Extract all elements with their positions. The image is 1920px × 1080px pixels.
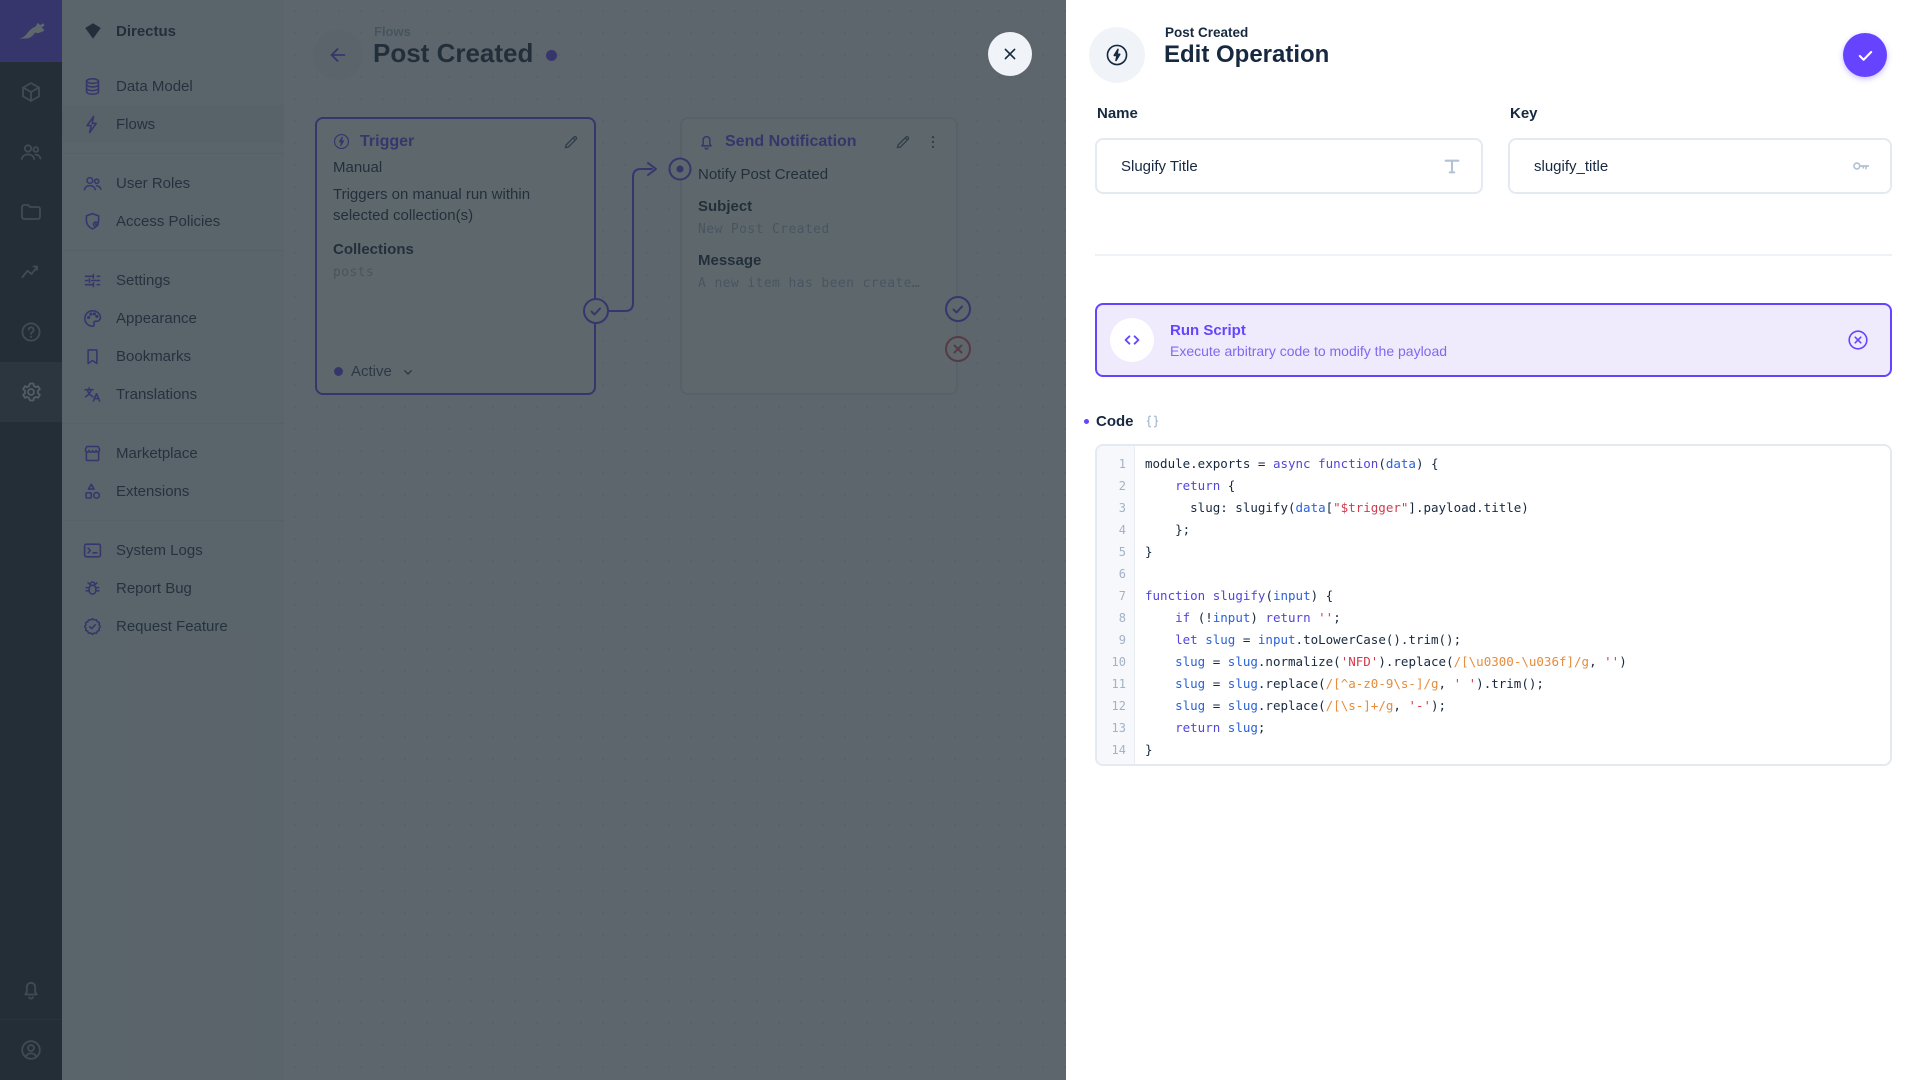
line-numbers: 1234567891011121314 [1097, 446, 1135, 764]
code-editor[interactable]: 1234567891011121314 module.exports = asy… [1095, 444, 1892, 766]
save-button[interactable] [1843, 33, 1887, 77]
close-icon [1000, 44, 1020, 64]
line-number: 13 [1097, 717, 1134, 739]
line-number: 5 [1097, 541, 1134, 563]
key-field-label: Key [1510, 105, 1538, 122]
edited-indicator-dot [1084, 419, 1089, 424]
flash-circle-icon [1104, 42, 1130, 68]
code-line: }; [1145, 519, 1627, 541]
line-number: 12 [1097, 695, 1134, 717]
code-icon-badge [1110, 318, 1154, 362]
title-icon [1441, 155, 1463, 177]
braces-icon [1144, 413, 1161, 430]
code-line: } [1145, 541, 1627, 563]
directus-app: Directus Data ModelFlowsUser RolesAccess… [0, 0, 1920, 1080]
line-number: 4 [1097, 519, 1134, 541]
key-icon [1850, 155, 1872, 177]
name-field-label: Name [1097, 105, 1138, 122]
code-line: return slug; [1145, 717, 1627, 739]
code-line: slug: slugify(data["$trigger"].payload.t… [1145, 497, 1627, 519]
code-line: slug = slug.normalize('NFD').replace(/[\… [1145, 651, 1627, 673]
code-icon [1121, 329, 1143, 351]
code-field-header: Code [1084, 413, 1161, 430]
line-number: 11 [1097, 673, 1134, 695]
divider [1095, 254, 1892, 256]
line-number: 1 [1097, 453, 1134, 475]
code-line: if (!input) return ''; [1145, 607, 1627, 629]
run-script-subtitle: Execute arbitrary code to modify the pay… [1170, 343, 1846, 359]
operation-type-badge [1089, 27, 1145, 83]
close-drawer-button[interactable] [988, 32, 1032, 76]
code-line: } [1145, 739, 1627, 761]
code-line: slug = slug.replace(/[\s-]+/g, '-'); [1145, 695, 1627, 717]
code-line: function slugify(input) { [1145, 585, 1627, 607]
line-number: 8 [1097, 607, 1134, 629]
line-number: 2 [1097, 475, 1134, 497]
check-icon [1855, 45, 1876, 66]
run-script-card[interactable]: Run Script Execute arbitrary code to mod… [1095, 303, 1892, 377]
line-number: 10 [1097, 651, 1134, 673]
line-number: 6 [1097, 563, 1134, 585]
line-number: 7 [1097, 585, 1134, 607]
code-line: module.exports = async function(data) { [1145, 453, 1627, 475]
name-input[interactable] [1097, 158, 1441, 175]
run-script-title: Run Script [1170, 322, 1846, 339]
code-line: let slug = input.toLowerCase().trim(); [1145, 629, 1627, 651]
key-input[interactable] [1510, 158, 1850, 175]
edit-operation-drawer: Post Created Edit Operation Name Key Run… [1066, 0, 1920, 1080]
code-field-label: Code [1096, 413, 1134, 430]
close-circle-icon[interactable] [1846, 328, 1870, 352]
key-field [1508, 138, 1892, 194]
code-line: return { [1145, 475, 1627, 497]
line-number: 14 [1097, 739, 1134, 761]
line-number: 3 [1097, 497, 1134, 519]
drawer-overlay[interactable] [0, 0, 1066, 1080]
drawer-breadcrumb: Post Created [1165, 25, 1248, 40]
code-line: slug = slug.replace(/[^a-z0-9\s-]/g, ' '… [1145, 673, 1627, 695]
code-line [1145, 563, 1627, 585]
line-number: 9 [1097, 629, 1134, 651]
code-content: module.exports = async function(data) { … [1135, 446, 1627, 764]
name-field [1095, 138, 1483, 194]
drawer-title: Edit Operation [1164, 41, 1329, 69]
